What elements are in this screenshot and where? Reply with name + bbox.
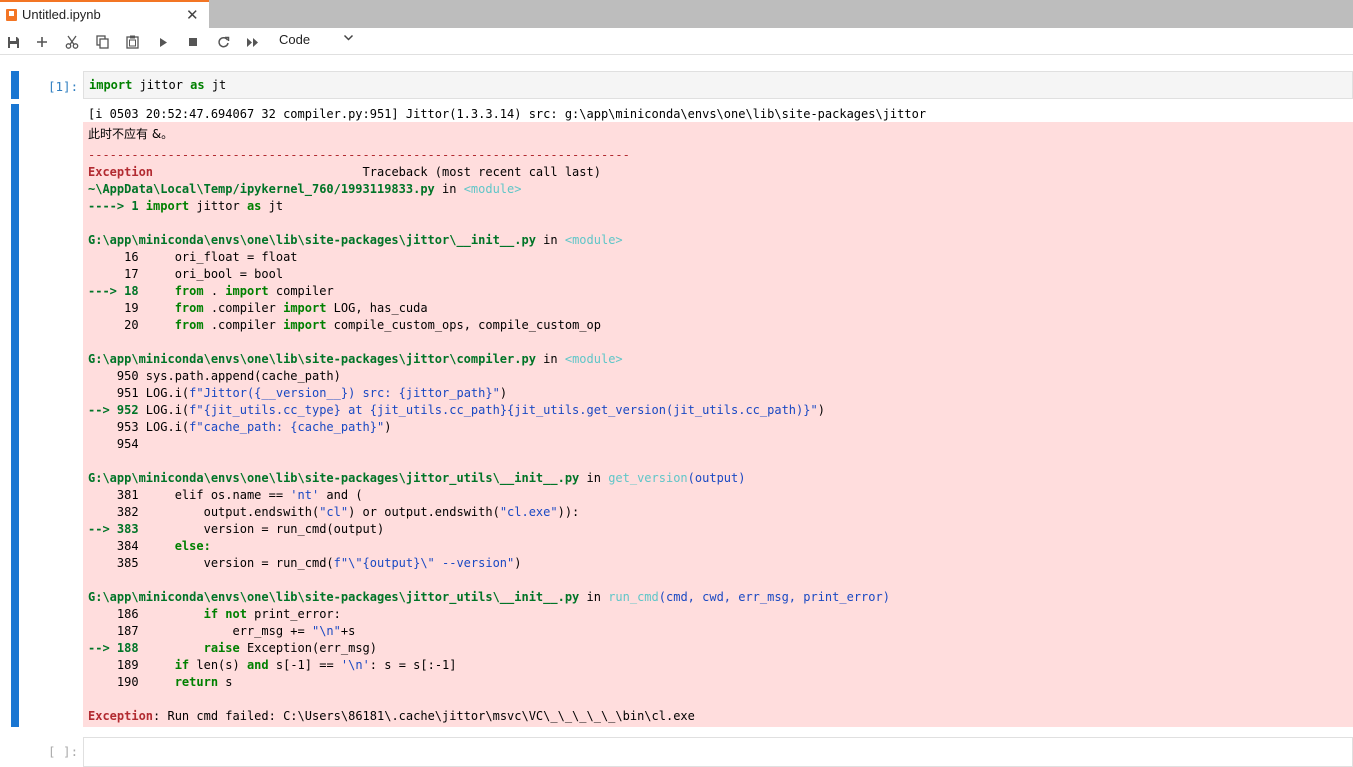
paste-icon[interactable] xyxy=(123,33,141,51)
frame-3-line: 951 LOG.i(f"Jittor({__version__}) src: {… xyxy=(88,386,508,400)
traceback-header: Exception Traceback (most recent call la… xyxy=(88,165,601,179)
copy-icon[interactable] xyxy=(93,33,111,51)
frame-4-line: 385 version = run_cmd(f"\"{output}\" --v… xyxy=(88,556,522,570)
cell-type-select[interactable]: Code xyxy=(279,32,310,47)
frame-2-line: 16 ori_float = float xyxy=(88,250,298,264)
cell-collapser[interactable] xyxy=(11,71,19,99)
run-icon[interactable] xyxy=(154,33,172,51)
frame-4-line: 381 elif os.name == 'nt' and ( xyxy=(88,488,363,502)
frame-2-line: 17 ori_bool = bool xyxy=(88,267,284,281)
code-line: import jittor as jt xyxy=(89,78,227,92)
tab-title: Untitled.ipynb xyxy=(22,7,101,22)
chevron-down-icon[interactable] xyxy=(343,32,354,46)
frame-2-header: G:\app\miniconda\envs\one\lib\site-packa… xyxy=(88,233,623,247)
save-icon[interactable] xyxy=(4,33,22,51)
warning-text: 此时不应有 &。 xyxy=(88,127,174,141)
notebook-panel: [1]: import jittor as jt [i 0503 20:52:4… xyxy=(0,56,1353,767)
frame-2-current-line: ---> 18 from . import compiler xyxy=(88,284,334,298)
fast-forward-icon[interactable] xyxy=(244,33,262,51)
frame-5-line: 186 if not print_error: xyxy=(88,607,341,621)
frame-3-current-line: --> 952 LOG.i(f"{jit_utils.cc_type} at {… xyxy=(88,403,825,417)
frame-4-header: G:\app\miniconda\envs\one\lib\site-packa… xyxy=(88,471,746,485)
code-cell-input[interactable] xyxy=(83,737,1353,767)
error-output: 此时不应有 &。 -------------------------------… xyxy=(83,122,1353,727)
stdout-line: [i 0503 20:52:47.694067 32 compiler.py:9… xyxy=(88,107,927,121)
notebook-toolbar: Code xyxy=(0,28,1353,55)
frame-2-line: 19 from .compiler import LOG, has_cuda xyxy=(88,301,428,315)
frame-5-current-line: --> 188 raise Exception(err_msg) xyxy=(88,641,377,655)
frame-4-line: 382 output.endswith("cl") or output.ends… xyxy=(88,505,580,519)
frame-5-line: 187 err_msg += "\n"+s xyxy=(88,624,356,638)
frame-4-current-line: --> 383 version = run_cmd(output) xyxy=(88,522,385,536)
frame-2-line: 20 from .compiler import compile_custom_… xyxy=(88,318,601,332)
frame-5-line: 189 if len(s) and s[-1] == '\n': s = s[:… xyxy=(88,658,457,672)
output-collapser[interactable] xyxy=(11,104,19,727)
tab-bar: Untitled.ipynb ✕ xyxy=(0,0,1353,28)
frame-5-header: G:\app\miniconda\envs\one\lib\site-packa… xyxy=(88,590,890,604)
frame-3-header: G:\app\miniconda\envs\one\lib\site-packa… xyxy=(88,352,623,366)
stop-icon[interactable] xyxy=(184,33,202,51)
frame-1-header: ~\AppData\Local\Temp/ipykernel_760/19931… xyxy=(88,182,522,196)
frame-3-line: 950 sys.path.append(cache_path) xyxy=(88,369,341,383)
cut-icon[interactable] xyxy=(63,33,81,51)
frame-3-line: 954 xyxy=(88,437,139,451)
frame-4-line: 384 else: xyxy=(88,539,211,553)
notebook-icon xyxy=(6,9,17,21)
cell-prompt: [1]: xyxy=(48,79,79,94)
notebook-tab[interactable]: Untitled.ipynb ✕ xyxy=(0,0,209,28)
frame-1-line: ----> 1 import jittor as jt xyxy=(88,199,284,213)
exception-message: Exception: Run cmd failed: C:\Users\8618… xyxy=(88,709,695,723)
restart-icon[interactable] xyxy=(214,33,232,51)
code-cell-input[interactable]: import jittor as jt xyxy=(83,71,1353,99)
frame-3-line: 953 LOG.i(f"cache_path: {cache_path}") xyxy=(88,420,392,434)
close-icon[interactable]: ✕ xyxy=(186,6,199,24)
add-icon[interactable] xyxy=(33,33,51,51)
separator: ----------------------------------------… xyxy=(88,148,630,162)
frame-5-line: 190 return s xyxy=(88,675,233,689)
